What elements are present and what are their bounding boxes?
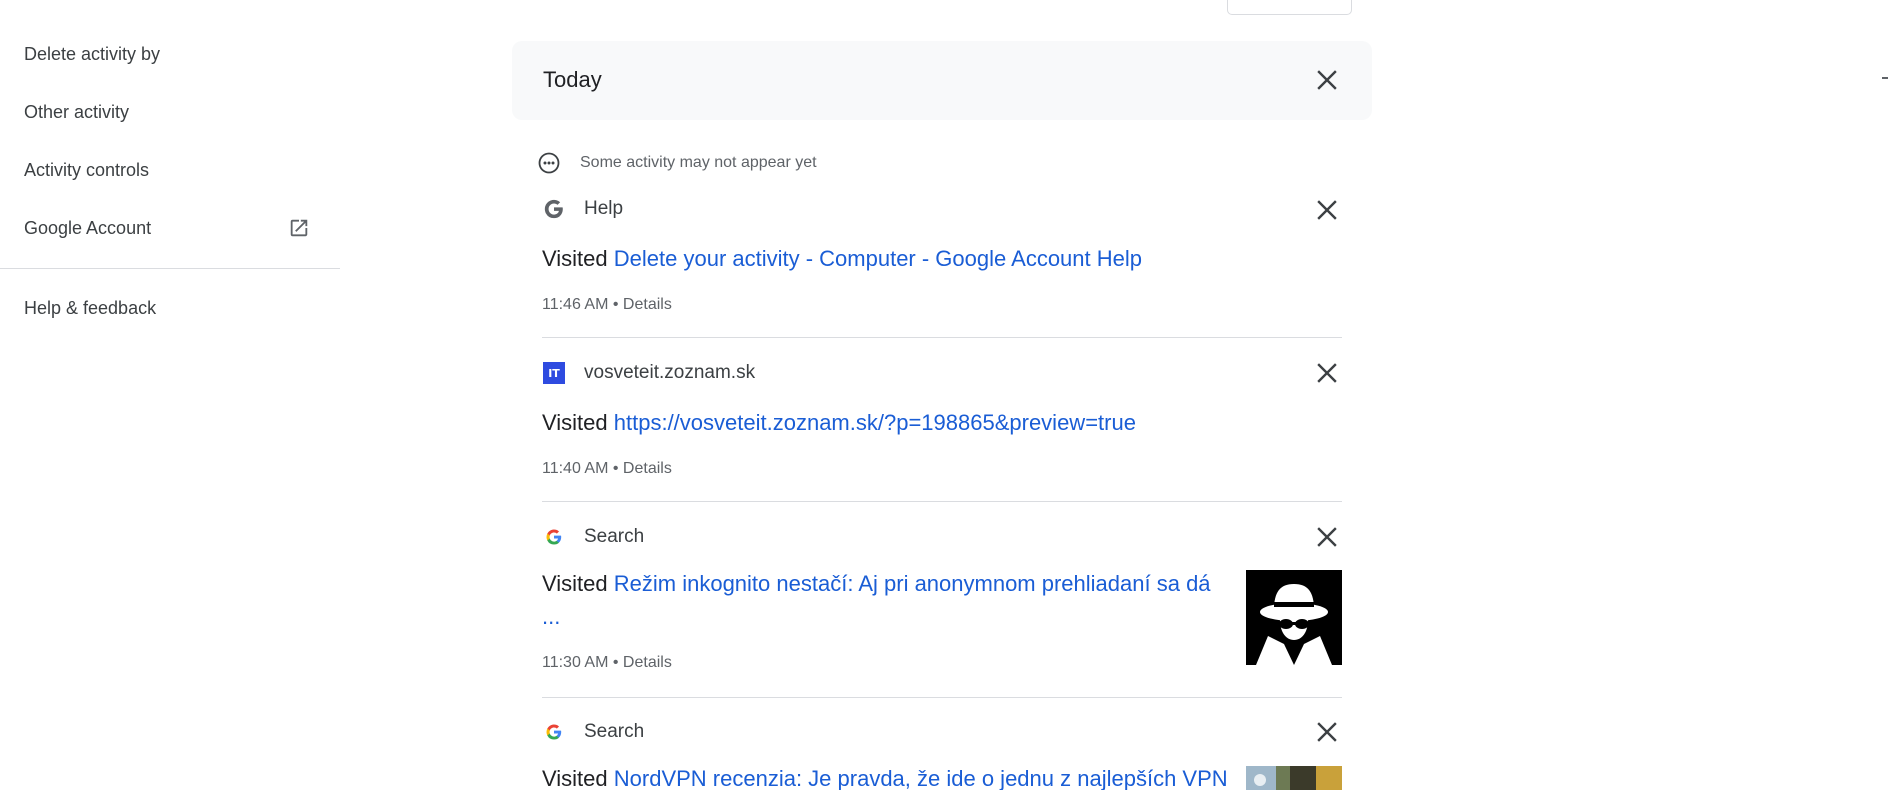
delete-item-button[interactable] <box>1313 359 1341 387</box>
item-divider <box>542 697 1342 698</box>
activity-item: Search Visited NordVPN recenzia: Je prav… <box>542 720 1342 790</box>
visited-link[interactable]: Režim inkognito nestačí: Aj pri anonymno… <box>614 571 1211 596</box>
top-cutoff-text <box>600 0 740 4</box>
day-section-header: Today <box>512 41 1372 120</box>
sidebar-item-label: Help & feedback <box>24 297 157 318</box>
visited-link[interactable]: https://vosveteit.zoznam.sk/?p=198865&pr… <box>614 410 1136 435</box>
source-label: Help <box>584 198 624 219</box>
scrollbar-edge <box>1882 77 1888 79</box>
visited-prefix: Visited <box>542 410 608 435</box>
close-icon <box>1317 70 1337 90</box>
sidebar-item-google-account[interactable]: Google Account <box>24 206 316 250</box>
visited-prefix: Visited <box>542 571 608 596</box>
activity-time: 11:30 AM <box>542 654 609 671</box>
visited-line: Visited NordVPN recenzia: Je pravda, že … <box>542 762 1302 790</box>
article-thumbnail[interactable] <box>1246 766 1342 790</box>
activity-item: Help Visited Delete your activity - Comp… <box>542 197 1342 327</box>
close-icon <box>1317 200 1337 220</box>
site-favicon-icon: IT <box>542 361 566 385</box>
activity-source: Search <box>542 525 644 549</box>
sidebar-item-label: Google Account <box>24 217 152 238</box>
visited-line: Visited Režim inkognito nestačí: Aj pri … <box>542 567 1262 633</box>
activity-meta: 11:30 AM • Details <box>542 654 672 672</box>
google-g-icon <box>542 720 566 744</box>
favicon-text: IT <box>543 362 565 384</box>
separator: • <box>608 296 623 313</box>
activity-source: IT vosveteit.zoznam.sk <box>542 361 755 385</box>
visited-link-continuation[interactable]: ... <box>542 604 560 629</box>
visited-link[interactable]: Delete your activity - Computer - Google… <box>614 246 1142 271</box>
details-link[interactable]: Details <box>623 654 672 671</box>
visited-line: Visited Delete your activity - Computer … <box>542 242 1142 275</box>
sidebar-item-label: Activity controls <box>24 159 150 180</box>
activity-meta: 11:46 AM • Details <box>542 296 672 314</box>
delete-item-button[interactable] <box>1313 523 1341 551</box>
activity-item: IT vosveteit.zoznam.sk Visited https://v… <box>542 361 1342 491</box>
activity-meta: 11:40 AM • Details <box>542 460 672 478</box>
separator: • <box>608 460 623 477</box>
sidebar-item-activity-controls[interactable]: Activity controls <box>24 148 316 192</box>
sidebar-divider <box>0 268 340 269</box>
notice-text: Some activity may not appear yet <box>580 154 817 171</box>
open-in-new-icon <box>288 217 310 239</box>
item-divider <box>542 501 1342 502</box>
separator: • <box>608 654 623 671</box>
more-horiz-circle-icon <box>538 152 560 174</box>
google-g-icon <box>542 525 566 549</box>
sidebar-item-label: Other activity <box>24 101 130 122</box>
source-label: Search <box>584 721 645 742</box>
details-link[interactable]: Details <box>623 460 672 477</box>
details-link[interactable]: Details <box>623 296 672 313</box>
activity-source: Help <box>542 197 623 221</box>
item-divider <box>542 337 1342 338</box>
delete-item-button[interactable] <box>1313 718 1341 746</box>
activity-source: Search <box>542 720 644 744</box>
google-g-icon <box>542 197 566 221</box>
sidebar-item-other-activity[interactable]: Other activity <box>24 90 316 134</box>
sidebar: Delete activity by Other activity Activi… <box>0 0 340 790</box>
visited-prefix: Visited <box>542 246 608 271</box>
delete-item-button[interactable] <box>1313 196 1341 224</box>
source-label: Search <box>584 526 645 547</box>
activity-time: 11:40 AM <box>542 460 609 477</box>
visited-prefix: Visited <box>542 766 608 790</box>
activity-notice: Some activity may not appear yet <box>538 152 817 174</box>
close-icon <box>1317 363 1337 383</box>
visited-line: Visited https://vosveteit.zoznam.sk/?p=1… <box>542 406 1136 439</box>
source-label: vosveteit.zoznam.sk <box>584 362 756 383</box>
sidebar-item-label: Delete activity by <box>24 43 161 64</box>
visited-link[interactable]: NordVPN recenzia: Je pravda, že ide o je… <box>614 766 1228 790</box>
delete-day-button[interactable] <box>1313 66 1341 94</box>
incognito-thumbnail[interactable] <box>1246 570 1342 665</box>
section-title: Today <box>543 67 602 92</box>
sidebar-item-delete-activity[interactable]: Delete activity by <box>24 32 316 76</box>
sidebar-item-help-feedback[interactable]: Help & feedback <box>24 286 316 330</box>
close-icon <box>1317 527 1337 547</box>
activity-item: Search Visited Režim inkognito nestačí: … <box>542 525 1342 695</box>
activity-time: 11:46 AM <box>542 296 609 313</box>
my-activity-page: Delete activity by Other activity Activi… <box>0 0 1888 790</box>
top-cutoff-button[interactable] <box>1227 0 1352 15</box>
close-icon <box>1317 722 1337 742</box>
